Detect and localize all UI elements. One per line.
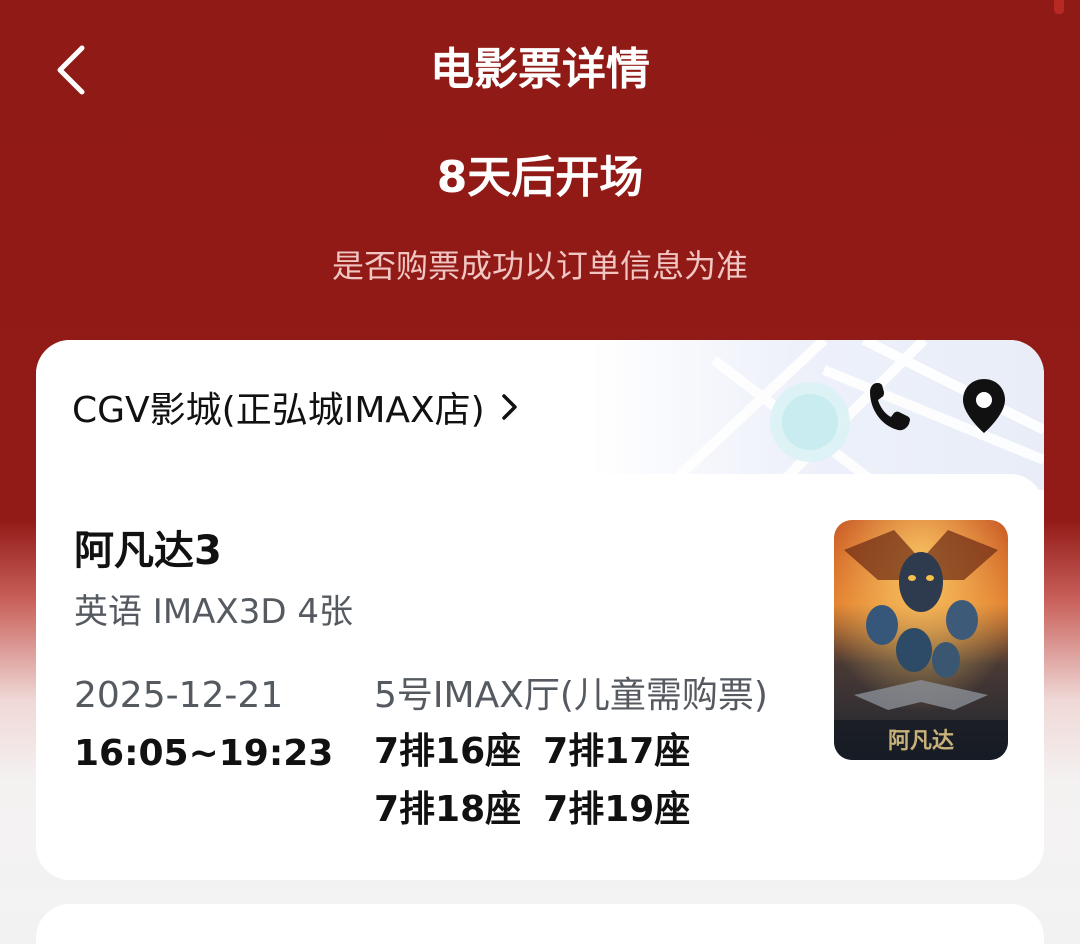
movie-meta: 英语 IMAX3D 4张	[74, 592, 353, 632]
seat-list: 7排16座 7排17座 7排18座 7排19座	[374, 728, 794, 834]
movie-title: 阿凡达3	[74, 528, 222, 574]
seat-item: 7排18座	[374, 789, 522, 830]
movie-poster[interactable]: 阿凡达	[834, 520, 1008, 760]
ticket-details: 阿凡达3 英语 IMAX3D 4张 2025-12-21 16:05~19:23…	[36, 474, 1044, 880]
seat-item: 7排19座	[543, 789, 691, 830]
cinema-location-button[interactable]	[956, 378, 1012, 434]
next-card	[36, 904, 1044, 944]
hall-name: 5号IMAX厅(儿童需购票)	[374, 675, 768, 716]
page-title: 电影票详情	[430, 44, 650, 95]
seat-item: 7排17座	[543, 731, 691, 772]
chevron-right-icon	[499, 391, 519, 423]
ticket-card: CGV影城(正弘城IMAX店) 阿凡达3 英语 IMAX3D 4张 2025-1…	[36, 340, 1044, 880]
location-pin-icon	[963, 379, 1005, 433]
poster-title: 阿凡达	[888, 728, 954, 754]
cinema-header: CGV影城(正弘城IMAX店)	[36, 340, 1044, 490]
seat-item: 7排16座	[374, 731, 522, 772]
cinema-name: CGV影城(正弘城IMAX店)	[72, 390, 485, 431]
showtime-countdown: 8天后开场	[436, 152, 644, 203]
show-date: 2025-12-21	[74, 675, 284, 716]
purchase-notice: 是否购票成功以订单信息为准	[331, 247, 748, 285]
call-cinema-button[interactable]	[862, 378, 918, 434]
phone-icon	[870, 383, 910, 431]
show-time: 16:05~19:23	[74, 733, 334, 774]
cinema-name-link[interactable]: CGV影城(正弘城IMAX店)	[72, 380, 519, 434]
status-indicator	[1054, 0, 1064, 14]
